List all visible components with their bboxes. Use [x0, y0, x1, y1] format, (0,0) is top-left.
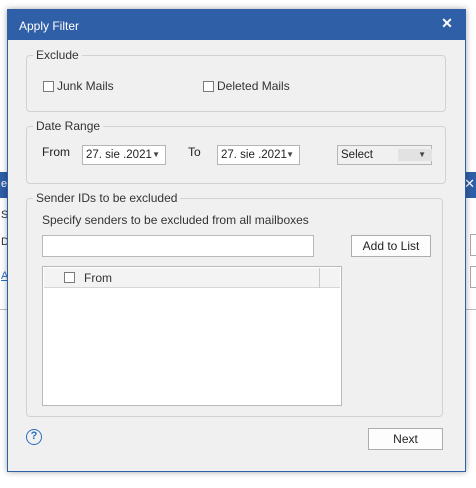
from-date-picker[interactable]: 27. sie .2021 ▼ [82, 145, 166, 165]
range-select-value: Select [341, 149, 373, 161]
background-input-edge [470, 266, 476, 288]
junk-mails-checkbox[interactable] [43, 80, 54, 92]
sender-list-header: From [44, 268, 340, 288]
sender-list[interactable]: From [42, 266, 342, 406]
next-button[interactable]: Next [368, 428, 443, 450]
chevron-down-icon: ▼ [152, 150, 160, 159]
apply-filter-dialog: Apply Filter ✕ Exclude Junk Mails Delete… [7, 9, 466, 472]
date-range-group: Date Range From 27. sie .2021 ▼ To 27. s… [26, 119, 446, 184]
from-label: From [42, 145, 70, 159]
sender-legend: Sender IDs to be excluded [33, 191, 181, 205]
column-header-from[interactable]: From [84, 271, 112, 285]
column-separator[interactable] [319, 268, 320, 288]
junk-mails-option[interactable]: Junk Mails [43, 79, 114, 93]
range-select-dropdown[interactable]: Select ▼ [337, 145, 432, 165]
dialog-title: Apply Filter [19, 19, 80, 33]
date-range-legend: Date Range [33, 119, 104, 133]
chevron-down-icon: ▼ [418, 150, 426, 159]
from-date-value: 27. sie .2021 [86, 149, 152, 161]
exclude-legend: Exclude [33, 48, 82, 62]
to-date-value: 27. sie .2021 [221, 149, 287, 161]
sender-instruction: Specify senders to be excluded from all … [42, 213, 309, 227]
sender-email-input[interactable] [42, 235, 314, 257]
background-input-edge [470, 234, 476, 256]
deleted-mails-checkbox[interactable] [203, 80, 214, 92]
close-icon[interactable]: ✕ [437, 13, 457, 33]
dialog-titlebar: Apply Filter ✕ [8, 10, 465, 40]
deleted-mails-option[interactable]: Deleted Mails [203, 79, 290, 93]
to-label: To [188, 145, 201, 159]
select-all-checkbox[interactable] [64, 272, 75, 283]
exclude-group: Exclude Junk Mails Deleted Mails [26, 48, 446, 112]
junk-mails-label: Junk Mails [57, 79, 114, 93]
sender-exclusion-group: Sender IDs to be excluded Specify sender… [26, 191, 443, 417]
help-icon[interactable]: ? [26, 429, 42, 445]
chevron-down-icon: ▼ [286, 150, 294, 159]
deleted-mails-label: Deleted Mails [217, 79, 290, 93]
to-date-picker[interactable]: 27. sie .2021 ▼ [217, 145, 300, 165]
add-to-list-button[interactable]: Add to List [351, 235, 431, 257]
